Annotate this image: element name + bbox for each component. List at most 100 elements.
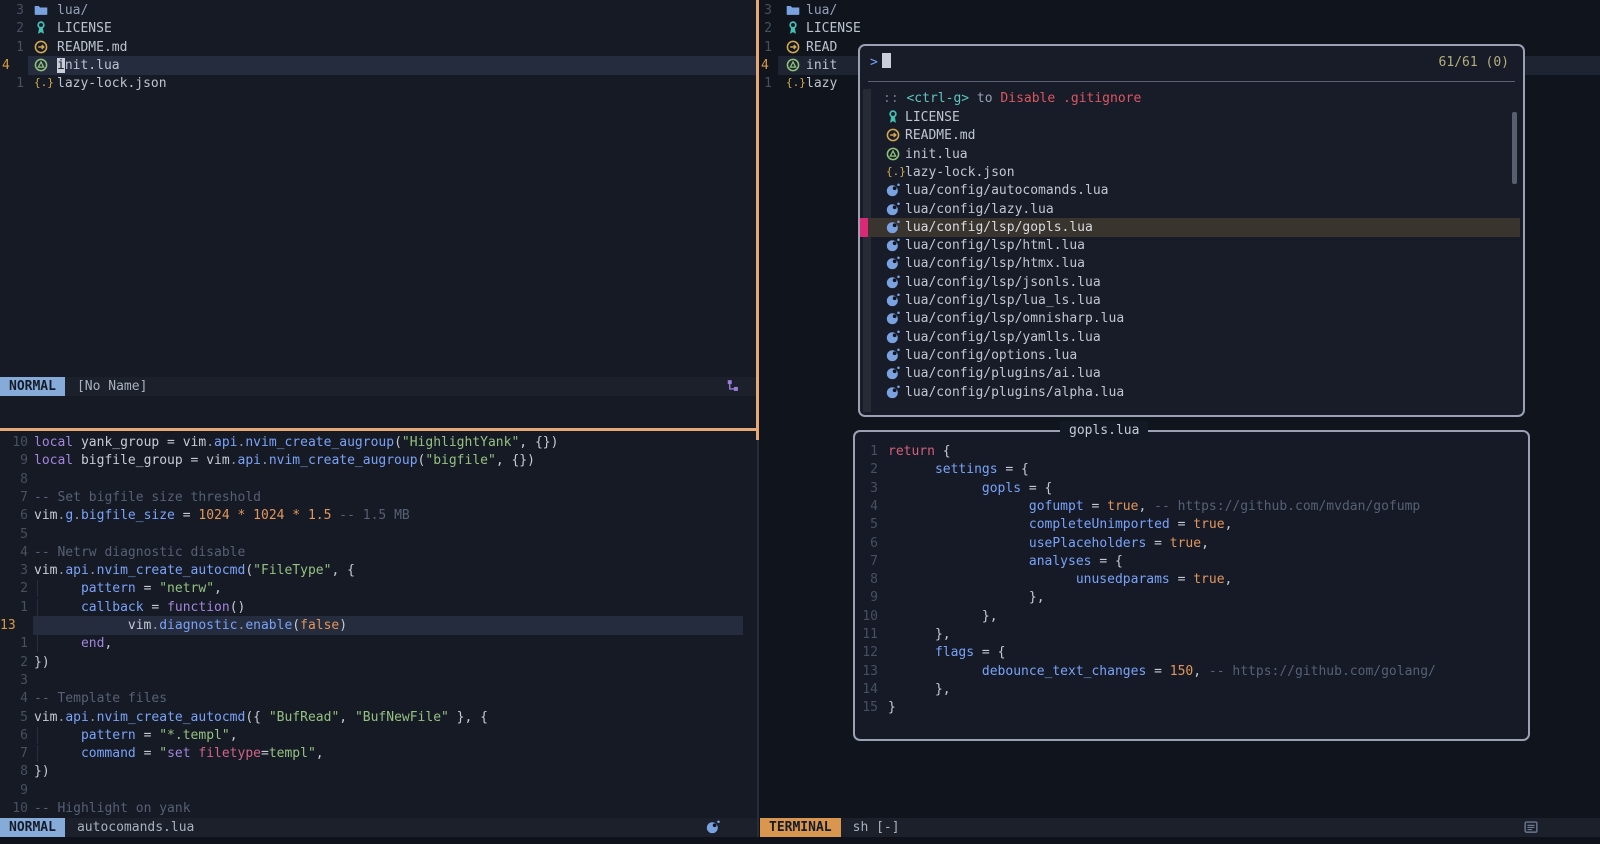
line-number: 10	[855, 607, 878, 626]
line-number: 2	[0, 579, 28, 598]
code-line[interactable]: 3vim.api.nvim_create_autocmd("FileType",…	[0, 561, 757, 580]
file-row[interactable]: 3lua/	[760, 1, 1600, 20]
token: completeUnimported	[1029, 517, 1170, 532]
code-line[interactable]: 1end,	[0, 634, 757, 653]
code-line[interactable]: 7-- Set bigfile size threshold	[0, 488, 757, 507]
code-line[interactable]: 10-- Highlight on yank	[0, 799, 757, 818]
code-line[interactable]: 4-- Template files	[0, 689, 757, 708]
picker-scrollbar[interactable]	[1512, 112, 1517, 184]
token: api	[214, 435, 237, 450]
token: gopls	[982, 481, 1021, 496]
token: .	[261, 453, 269, 468]
fzf-item[interactable]: lua/config/lsp/htmx.lua	[863, 254, 1520, 273]
fzf-item[interactable]: lua/config/lsp/html.lua	[863, 236, 1520, 255]
fzf-item-name: lua/config/lsp/html.lua	[905, 236, 1085, 255]
line-number: 11	[855, 625, 878, 644]
token: ,	[1225, 572, 1233, 587]
token: =	[1170, 572, 1193, 587]
code-line[interactable]: 10local yank_group = vim.api.nvim_create…	[0, 433, 757, 452]
fzf-item[interactable]: README.md	[863, 126, 1520, 145]
fzf-item-name: lua/config/options.lua	[905, 346, 1077, 365]
line-number: 10	[0, 433, 28, 452]
code-line[interactable]: 3	[0, 671, 757, 690]
code-line[interactable]: 2})	[0, 653, 757, 672]
fzf-item[interactable]: lua/config/lsp/yamlls.lua	[863, 328, 1520, 347]
fzf-item[interactable]: lua/config/lazy.lua	[863, 200, 1520, 219]
token: (	[292, 618, 300, 633]
lua-icon	[706, 820, 720, 834]
window-separator-vertical	[756, 0, 759, 440]
token: = {	[1021, 481, 1052, 496]
token: -- 1.5 MB	[331, 508, 409, 523]
fzf-item[interactable]: LICENSE	[863, 108, 1520, 127]
fzf-item[interactable]: lua/config/autocomands.lua	[863, 181, 1520, 200]
window-separator-vertical-dim	[757, 440, 759, 844]
fzf-item[interactable]: lua/config/lsp/omnisharp.lua	[863, 309, 1520, 328]
token: vim	[128, 618, 151, 633]
file-row[interactable]: 1{.}lazy-lock.json	[0, 74, 757, 93]
line-text: },	[888, 607, 998, 626]
lua-icon	[886, 256, 900, 270]
line-number: 4	[2, 56, 26, 75]
lua-icon	[886, 183, 900, 197]
token: usePlaceholders	[1029, 536, 1146, 551]
fzf-item[interactable]: lua/config/plugins/ai.lua	[863, 364, 1520, 383]
fzf-item-name: lua/config/lsp/yamlls.lua	[905, 328, 1101, 347]
fzf-item[interactable]: init.lua	[863, 145, 1520, 164]
code-line[interactable]: 8	[0, 470, 757, 489]
file-row[interactable]: 1README.md	[0, 38, 757, 57]
line-number: 1	[760, 74, 772, 93]
line-number: 1	[760, 38, 772, 57]
picker-prompt[interactable]: >	[870, 53, 891, 72]
line-number: 4	[0, 689, 28, 708]
code-line[interactable]: 5	[0, 525, 757, 544]
file-row[interactable]: 4init.lua	[0, 56, 757, 75]
code-line[interactable]: 13vim.diagnostic.enable(false)	[0, 616, 757, 635]
token: 1024	[253, 508, 284, 523]
line-text: completeUnimported = true,	[888, 515, 1232, 534]
code-line[interactable]: 8})	[0, 762, 757, 781]
token: command	[81, 746, 136, 761]
line-text: settings = {	[888, 460, 1029, 479]
line-number: 4	[855, 497, 878, 516]
code-line[interactable]: 9	[0, 781, 757, 800]
line-text: callback = function()	[34, 598, 245, 617]
code-line[interactable]: 4-- Netrw diagnostic disable	[0, 543, 757, 562]
line-number: 7	[855, 552, 878, 571]
block-cursor: i	[57, 58, 65, 73]
token: )	[339, 618, 347, 633]
code-line[interactable]: 5vim.api.nvim_create_autocmd({ "BufRead"…	[0, 708, 757, 727]
preview-line: 7analyses = {	[855, 552, 1526, 571]
fzf-item[interactable]: lua/config/lsp/lua_ls.lua	[863, 291, 1520, 310]
line-number: 9	[0, 451, 28, 470]
preview-line: 6usePlaceholders = true,	[855, 534, 1526, 553]
lua-icon	[886, 293, 900, 307]
line-text: })	[34, 762, 50, 781]
token: "HighlightYank"	[402, 435, 519, 450]
file-row[interactable]: 3lua/	[0, 1, 757, 20]
fzf-item-name: lazy-lock.json	[905, 163, 1015, 182]
code-line[interactable]: 6pattern = "*.templ",	[0, 726, 757, 745]
fzf-item[interactable]: {.}lazy-lock.json	[863, 163, 1520, 182]
code-line[interactable]: 2pattern = "netrw",	[0, 579, 757, 598]
token: "BufRead"	[269, 710, 339, 725]
fzf-item[interactable]: lua/config/options.lua	[863, 346, 1520, 365]
cmdline	[0, 837, 1600, 844]
fzf-item[interactable]: lua/config/lsp/gopls.lua	[863, 218, 1520, 237]
code-line[interactable]: 9local bigfile_group = vim.api.nvim_crea…	[0, 451, 757, 470]
fzf-item[interactable]: lua/config/lsp/jsonls.lua	[863, 273, 1520, 292]
line-number: 1	[0, 38, 24, 57]
code-line[interactable]: 1callback = function()	[0, 598, 757, 617]
line-number: 3	[0, 561, 28, 580]
line-number: 1	[0, 74, 24, 93]
line-number: 15	[855, 698, 878, 717]
fzf-item[interactable]: lua/config/plugins/alpha.lua	[863, 383, 1520, 402]
code-line[interactable]: 7command = "set filetype=templ",	[0, 744, 757, 763]
token: {	[935, 444, 951, 459]
token: 150	[1170, 664, 1193, 679]
token: filetype	[198, 746, 261, 761]
code-line[interactable]: 6vim.g.bigfile_size = 1024 * 1024 * 1.5 …	[0, 506, 757, 525]
file-row[interactable]: 2LICENSE	[760, 19, 1600, 38]
file-row[interactable]: 2LICENSE	[0, 19, 757, 38]
preview-line: 10},	[855, 607, 1526, 626]
